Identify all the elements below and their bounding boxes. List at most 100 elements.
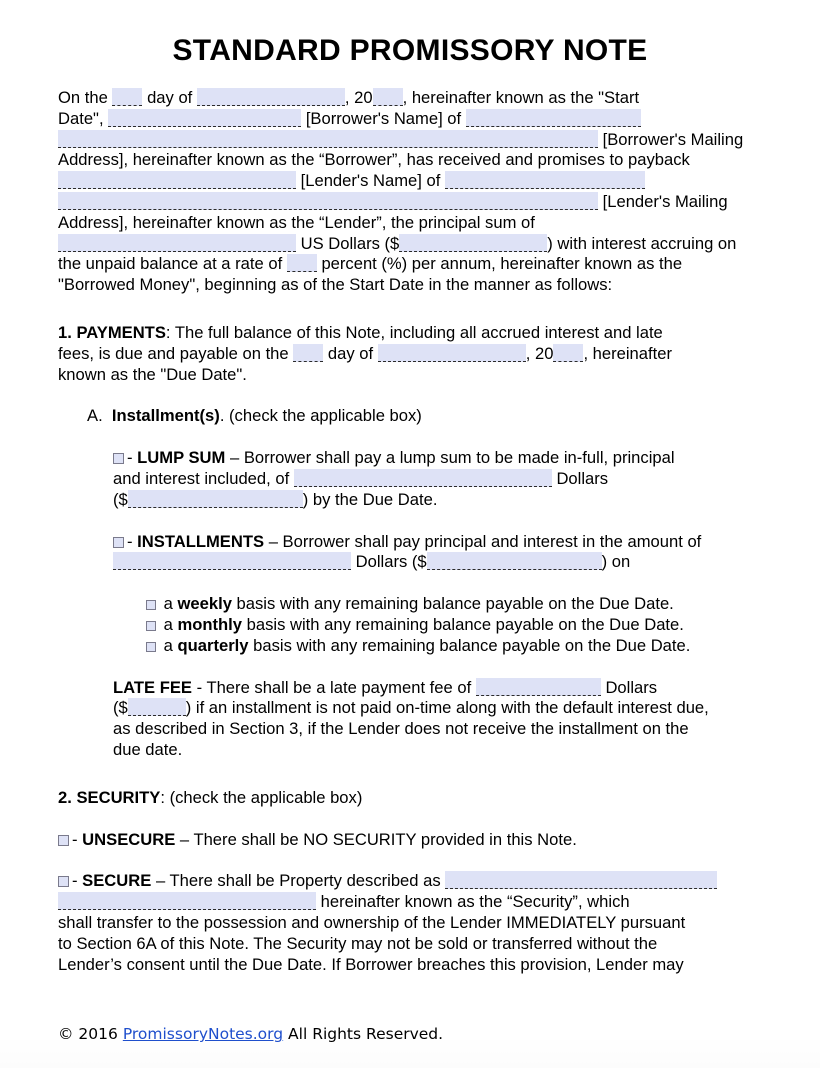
secure-text-5: Lender’s consent until the Due Date. If … xyxy=(58,954,684,974)
year-field[interactable] xyxy=(372,88,403,106)
intro-line10: "Borrowed Money", beginning as of the St… xyxy=(58,275,613,295)
lump-sum-dash: - xyxy=(127,448,133,468)
quarterly-checkbox[interactable] xyxy=(146,641,156,652)
payments-line3: known as the "Due Date". xyxy=(58,364,247,384)
us-dollars-label: US Dollars ($ xyxy=(300,233,400,253)
payments-line2-suffix: , hereinafter xyxy=(583,343,672,363)
month-field[interactable] xyxy=(196,88,345,106)
day-field[interactable] xyxy=(112,88,143,106)
lump-sum-amount-field[interactable] xyxy=(127,489,303,508)
property-description-field-line1[interactable] xyxy=(445,871,718,890)
late-fee-words-field[interactable] xyxy=(475,677,601,696)
intro-line1-prefix: On the xyxy=(58,88,108,107)
payments-year-prefix: , 20 xyxy=(525,343,554,363)
payments-heading: 1. PAYMENTS xyxy=(58,322,166,342)
unsecure-text: – There shall be NO SECURITY provided in… xyxy=(179,829,577,849)
footer-site-link[interactable]: PromissoryNotes.org xyxy=(123,1025,283,1043)
installments-dash: - xyxy=(127,531,133,551)
installments-text-3: ) on xyxy=(601,552,631,572)
borrower-name-field[interactable] xyxy=(108,108,302,127)
lump-sum-text-3: Dollars xyxy=(556,468,609,488)
lump-sum-checkbox[interactable] xyxy=(113,453,124,465)
installments-amount-field[interactable] xyxy=(426,552,602,571)
due-month-field[interactable] xyxy=(377,343,526,362)
late-fee-text-2: Dollars xyxy=(605,677,658,697)
lump-sum-words-field[interactable] xyxy=(293,468,552,487)
late-fee-text-5: as described in Section 3, if the Lender… xyxy=(113,719,689,739)
payments-heading-rest: : The full balance of this Note, includi… xyxy=(165,322,663,342)
secure-text-3: shall transfer to the possession and own… xyxy=(58,912,686,932)
unsecure-checkbox[interactable] xyxy=(58,834,69,846)
intro-line7: Address], hereinafter known as the “Lend… xyxy=(58,212,535,232)
borrower-name-label: [Borrower's Name] of xyxy=(305,108,462,128)
payments-line2-prefix: fees, is due and payable on the xyxy=(58,343,289,363)
item-a-letter: A. xyxy=(87,406,103,426)
monthly-checkbox[interactable] xyxy=(146,620,156,631)
intro-day-of-label: day of xyxy=(147,88,193,107)
late-fee-text-1: - There shall be a late payment fee of xyxy=(196,677,472,697)
late-fee-amount-field[interactable] xyxy=(127,698,186,717)
late-fee-block: LATE FEE - There shall be a late payment… xyxy=(58,677,765,761)
lump-sum-option: - LUMP SUM – Borrower shall pay a lump s… xyxy=(58,448,765,510)
unsecure-dash: - xyxy=(72,829,78,849)
page-title: STANDARD PROMISSORY NOTE xyxy=(172,34,648,67)
lender-mailing-label: [Lender's Mailing xyxy=(602,191,728,211)
property-description-field-line2[interactable] xyxy=(58,892,316,911)
intro-line9-prefix: the unpaid balance at a rate of xyxy=(58,254,283,274)
footer-copyright: © 2016 xyxy=(58,1025,118,1044)
monthly-label: monthly xyxy=(177,614,243,634)
intro-line1-suffix: , hereinafter known as the "Start xyxy=(402,88,640,107)
frequency-option-monthly[interactable]: a monthly basis with any remaining balan… xyxy=(146,615,765,636)
lender-name-field[interactable] xyxy=(58,171,296,190)
payments-day-of-label: day of xyxy=(327,343,374,363)
installments-words-field[interactable] xyxy=(113,552,351,571)
late-fee-text-4: ) if an installment is not paid on-time … xyxy=(185,698,709,718)
installment-frequency-options: a weekly basis with any remaining balanc… xyxy=(58,594,765,656)
weekly-checkbox[interactable] xyxy=(146,600,156,611)
due-day-field[interactable] xyxy=(293,343,324,362)
quarterly-label: quarterly xyxy=(177,635,249,655)
frequency-option-weekly[interactable]: a weekly basis with any remaining balanc… xyxy=(146,594,765,615)
unsecure-option: - UNSECURE – There shall be NO SECURITY … xyxy=(58,830,765,851)
secure-label: SECURE xyxy=(82,871,152,891)
secure-text-4: to Section 6A of this Note. The Security… xyxy=(58,933,658,953)
due-year-field[interactable] xyxy=(553,343,584,362)
late-fee-text-6: due date. xyxy=(113,739,183,759)
lender-address-field-line1[interactable] xyxy=(444,171,645,190)
lump-sum-text-5: ) by the Due Date. xyxy=(302,489,438,509)
weekly-prefix: a xyxy=(163,594,173,614)
footer-rights: All Rights Reserved. xyxy=(288,1025,444,1044)
weekly-suffix: basis with any remaining balance payable… xyxy=(236,594,674,614)
borrower-address-field-line2[interactable] xyxy=(58,129,598,148)
footer: © 2016 PromissoryNotes.org All Rights Re… xyxy=(58,1025,443,1044)
unsecure-label: UNSECURE xyxy=(82,829,176,849)
lender-name-label: [Lender's Name] of xyxy=(300,171,441,191)
monthly-suffix: basis with any remaining balance payable… xyxy=(246,614,684,634)
lump-sum-text-1: – Borrower shall pay a lump sum to be ma… xyxy=(229,448,675,468)
quarterly-prefix: a xyxy=(163,635,173,655)
borrower-address-field-line1[interactable] xyxy=(465,108,641,127)
security-section-heading: 2. SECURITY: (check the applicable box) xyxy=(58,788,765,809)
principal-words-field[interactable] xyxy=(58,233,296,252)
lender-address-field-line2[interactable] xyxy=(58,191,598,210)
intro-line4: Address], hereinafter known as the “Borr… xyxy=(58,150,690,170)
intro-line9-suffix: percent (%) per annum, hereinafter known… xyxy=(321,254,683,274)
principal-amount-field[interactable] xyxy=(399,233,548,252)
payments-section: 1. PAYMENTS: The full balance of this No… xyxy=(58,323,765,385)
item-a-rest: . (check the applicable box) xyxy=(219,406,422,426)
lump-sum-text-2: and interest included, of xyxy=(113,468,290,488)
installments-label: INSTALLMENTS xyxy=(137,531,265,551)
security-heading: 2. SECURITY xyxy=(58,787,161,807)
intro-year-prefix: , 20 xyxy=(344,88,373,107)
installments-item-a: A. Installment(s). (check the applicable… xyxy=(58,406,765,427)
installments-checkbox[interactable] xyxy=(113,536,124,548)
frequency-option-quarterly[interactable]: a quarterly basis with any remaining bal… xyxy=(146,636,765,657)
intro-line2-prefix: Date", xyxy=(58,108,104,128)
weekly-label: weekly xyxy=(177,594,232,614)
secure-dash: - xyxy=(72,871,78,891)
installments-text-2: Dollars ($ xyxy=(355,552,427,572)
interest-rate-field[interactable] xyxy=(286,254,317,273)
installments-text-1: – Borrower shall pay principal and inter… xyxy=(268,531,702,551)
secure-checkbox[interactable] xyxy=(58,876,69,888)
promissory-note-page: STANDARD PROMISSORY NOTE On the day of ,… xyxy=(0,0,820,1068)
